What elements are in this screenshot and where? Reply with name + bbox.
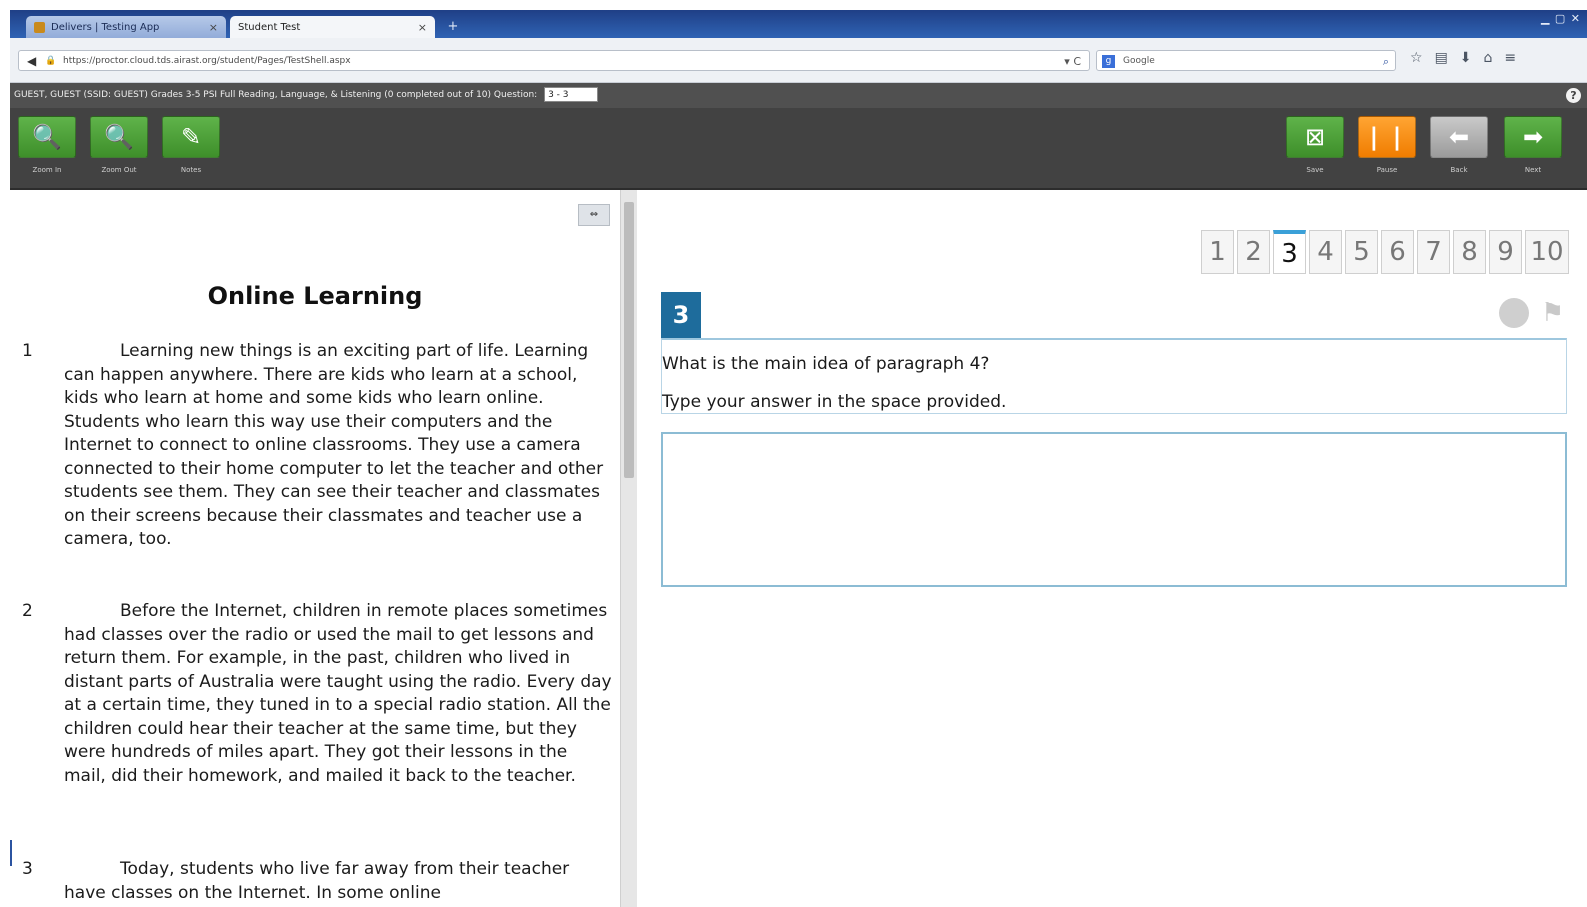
lock-icon: 🔒 [45, 56, 57, 66]
expand-passage-button[interactable]: ⇔ [578, 204, 610, 226]
save-label: Save [1306, 166, 1324, 174]
url-text: https://proctor.cloud.tds.airast.org/stu… [63, 56, 351, 66]
favicon-icon [34, 21, 45, 33]
browser-window: Delivers | Testing App × Student Test × … [10, 10, 1587, 907]
question-label: Question: [493, 90, 538, 100]
save-icon: ⊠ [1286, 116, 1344, 158]
question-nav-9[interactable]: 9 [1489, 230, 1522, 274]
address-bar[interactable]: ◀ 🔒 https://proctor.cloud.tds.airast.org… [18, 50, 1090, 71]
passage-paragraph: 1 Learning new things is an exciting par… [22, 340, 612, 552]
question-navigator: 1 2 3 4 5 6 7 8 9 10 [1201, 230, 1569, 274]
library-icon[interactable]: ▤ [1435, 50, 1448, 71]
search-box[interactable]: g Google ⌕ [1096, 50, 1396, 71]
back-button[interactable]: ⬅ Back [1430, 116, 1488, 182]
pause-button[interactable]: | | Pause [1358, 116, 1416, 182]
next-label: Next [1524, 166, 1542, 174]
magnifier-plus-icon: 🔍 [18, 116, 76, 158]
question-stem: What is the main idea of paragraph 4? Ty… [661, 338, 1567, 414]
question-nav-8[interactable]: 8 [1453, 230, 1486, 274]
download-icon[interactable]: ⬇ [1460, 50, 1472, 71]
window-controls[interactable]: ▁ ▢ ✕ [1541, 12, 1581, 25]
question-nav-4[interactable]: 4 [1309, 230, 1342, 274]
search-icon[interactable]: ⌕ [1383, 51, 1389, 72]
pane-splitter-scrollbar[interactable] [620, 190, 638, 907]
paragraph-number: 3 [22, 859, 33, 879]
test-info-text: GUEST, GUEST (SSID: GUEST) Grades 3-5 PS… [14, 90, 492, 100]
tab-label: Student Test [238, 21, 301, 33]
arrow-right-icon: ➡ [1504, 116, 1562, 158]
test-info-bar: GUEST, GUEST (SSID: GUEST) Grades 3-5 PS… [10, 83, 1587, 108]
paragraph-text: Today, students who live far away from t… [64, 859, 570, 903]
passage-title: Online Learning [207, 282, 423, 310]
zoom-out-label: Zoom Out [101, 166, 137, 174]
question-nav-7[interactable]: 7 [1417, 230, 1450, 274]
help-icon[interactable]: ? [1566, 88, 1581, 103]
tab-testing-app[interactable]: Delivers | Testing App × [26, 16, 226, 38]
question-number-badge: 3 [661, 292, 701, 338]
context-menu-icon[interactable] [1499, 298, 1529, 328]
close-tab-icon[interactable]: × [418, 21, 427, 34]
question-nav-1[interactable]: 1 [1201, 230, 1234, 274]
screen-edge [0, 0, 10, 907]
passage-paragraph: 2 Before the Internet, children in remot… [22, 600, 612, 788]
notes-label: Notes [180, 166, 202, 174]
tab-label: Delivers | Testing App [51, 21, 160, 33]
tab-student-test[interactable]: Student Test × [230, 16, 435, 38]
star-icon[interactable]: ☆ [1410, 50, 1423, 71]
close-tab-icon[interactable]: × [209, 21, 218, 34]
question-nav-2[interactable]: 2 [1237, 230, 1270, 274]
test-toolbar: 🔍 Zoom In 🔍 Zoom Out ✎ Notes ⊠ Save | | … [10, 108, 1587, 190]
save-button[interactable]: ⊠ Save [1286, 116, 1344, 182]
answer-textbox[interactable] [661, 432, 1567, 587]
notepad-pencil-icon: ✎ [162, 116, 220, 158]
paragraph-number: 2 [22, 601, 33, 621]
flag-icon[interactable]: ⚑ [1541, 298, 1569, 328]
google-icon: g [1102, 55, 1115, 68]
question-nav-10[interactable]: 10 [1525, 230, 1569, 274]
tab-strip: Delivers | Testing App × Student Test × … [10, 10, 1587, 38]
question-select[interactable]: 3 - 3 [544, 87, 599, 102]
zoom-out-button[interactable]: 🔍 Zoom Out [90, 116, 148, 182]
question-prompt: What is the main idea of paragraph 4? [662, 354, 990, 374]
new-tab-button[interactable]: + [442, 19, 464, 36]
notes-button[interactable]: ✎ Notes [162, 116, 220, 182]
question-nav-5[interactable]: 5 [1345, 230, 1378, 274]
reading-passage-pane: ⇔ Online Learning 1 Learning new things … [10, 190, 620, 907]
question-nav-3-current[interactable]: 3 [1273, 230, 1306, 274]
left-edge-marker [10, 840, 12, 866]
question-pane: 1 2 3 4 5 6 7 8 9 10 3 ⚑ What is the mai… [637, 190, 1587, 907]
pause-icon: | | [1358, 116, 1416, 158]
scrollbar-thumb[interactable] [624, 202, 634, 478]
home-icon[interactable]: ⌂ [1484, 50, 1493, 71]
reload-icon[interactable]: ▾ C [1064, 51, 1081, 70]
search-placeholder: Google [1123, 56, 1155, 66]
question-tools: ⚑ [1499, 298, 1569, 328]
browser-toolbar-icons: ☆ ▤ ⬇ ⌂ ≡ [1410, 50, 1516, 71]
paragraph-text: Learning new things is an exciting part … [64, 341, 604, 549]
back-label: Back [1450, 166, 1468, 174]
question-instruction: Type your answer in the space provided. [662, 392, 1007, 412]
question-nav-6[interactable]: 6 [1381, 230, 1414, 274]
navigation-bar: ◀ 🔒 https://proctor.cloud.tds.airast.org… [10, 38, 1587, 83]
magnifier-minus-icon: 🔍 [90, 116, 148, 158]
menu-icon[interactable]: ≡ [1504, 50, 1516, 71]
passage-paragraph: 3 Today, students who live far away from… [22, 858, 612, 905]
zoom-in-label: Zoom In [32, 166, 62, 174]
pause-label: Pause [1376, 166, 1398, 174]
paragraph-number: 1 [22, 341, 33, 361]
next-button[interactable]: ➡ Next [1504, 116, 1562, 182]
back-arrow-icon[interactable]: ◀ [27, 51, 36, 70]
arrow-left-icon: ⬅ [1430, 116, 1488, 158]
paragraph-text: Before the Internet, children in remote … [64, 601, 612, 786]
zoom-in-button[interactable]: 🔍 Zoom In [18, 116, 76, 182]
